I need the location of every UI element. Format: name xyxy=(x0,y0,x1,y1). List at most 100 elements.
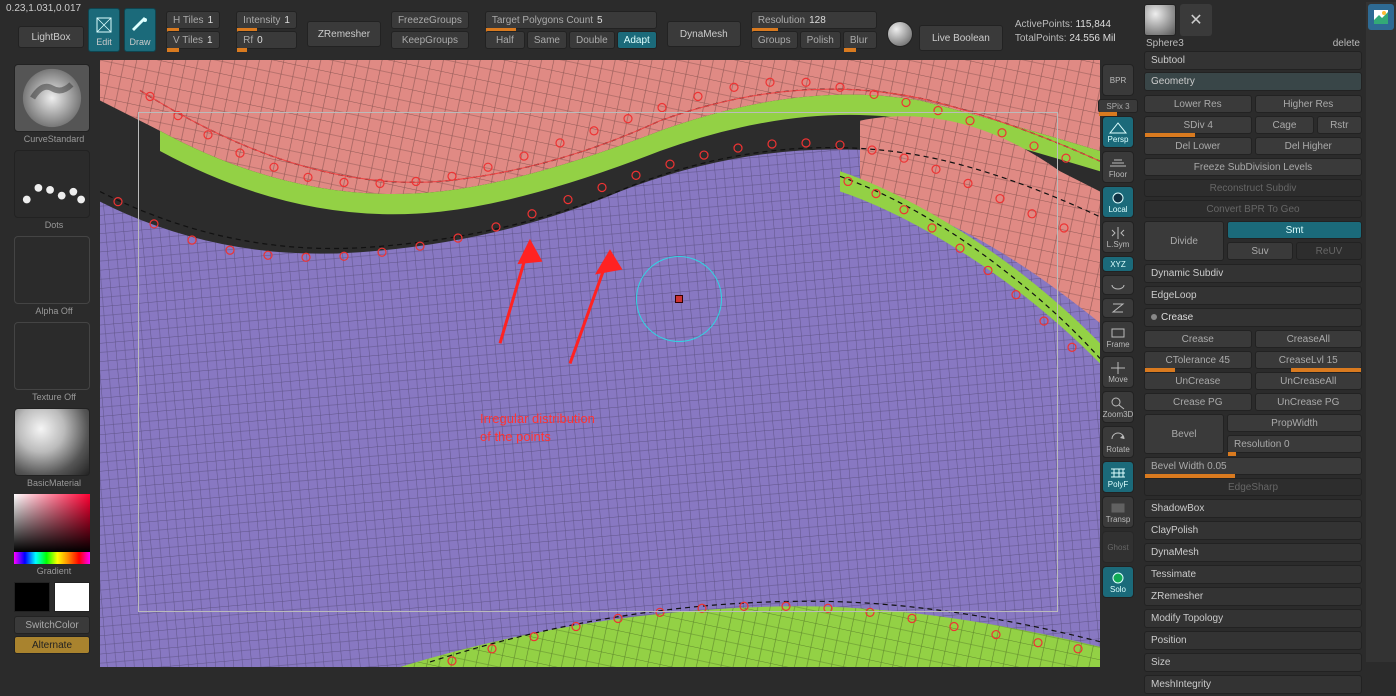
half-button[interactable]: Half xyxy=(485,31,525,49)
uncreaseall-button[interactable]: UnCreaseAll xyxy=(1255,372,1363,390)
dynamic-subdiv-header[interactable]: Dynamic Subdiv xyxy=(1144,264,1362,283)
higher-res-button[interactable]: Higher Res xyxy=(1255,95,1363,113)
uncreasepg-button[interactable]: UnCrease PG xyxy=(1255,393,1363,411)
keepgroups-button[interactable]: KeepGroups xyxy=(391,31,469,49)
lightbox-button[interactable]: LightBox xyxy=(18,26,84,48)
switchcolor-button[interactable]: SwitchColor xyxy=(14,616,90,634)
alpha-slot[interactable] xyxy=(14,236,90,304)
vtiles-slider[interactable]: V Tiles1 xyxy=(166,31,220,49)
freeze-subdiv-button[interactable]: Freeze SubDivision Levels xyxy=(1144,158,1362,176)
propwidth-button[interactable]: PropWidth xyxy=(1227,414,1362,432)
creaselvl-slider[interactable]: CreaseLvl 15 xyxy=(1255,351,1363,369)
del-lower-button[interactable]: Del Lower xyxy=(1144,137,1252,155)
crease-header[interactable]: Crease xyxy=(1144,308,1362,327)
zoom3d-button[interactable]: Zoom3D xyxy=(1102,391,1134,423)
convert-bpr-button[interactable]: Convert BPR To Geo xyxy=(1144,200,1362,218)
bevel-button[interactable]: Bevel xyxy=(1144,414,1224,454)
draw-mode-button[interactable]: Draw xyxy=(124,8,156,52)
polyf-button[interactable]: PolyF xyxy=(1102,461,1134,493)
subtool-header[interactable]: Subtool xyxy=(1144,51,1362,70)
crease-button[interactable]: Crease xyxy=(1144,330,1252,348)
edgesharp-slider[interactable]: EdgeSharp xyxy=(1144,478,1362,496)
texture-slot[interactable] xyxy=(14,322,90,390)
edgeloop-header[interactable]: EdgeLoop xyxy=(1144,286,1362,305)
zremesher-header[interactable]: ZRemesher xyxy=(1144,587,1362,606)
boolean-sphere-icon xyxy=(887,21,913,47)
double-button[interactable]: Double xyxy=(569,31,615,49)
divide-button[interactable]: Divide xyxy=(1144,221,1224,261)
ctolerance-slider[interactable]: CTolerance 45 xyxy=(1144,351,1252,369)
sdiv-slider[interactable]: SDiv 4 xyxy=(1144,116,1252,134)
zremesher-button[interactable]: ZRemesher xyxy=(307,21,381,47)
ghost-button[interactable]: Ghost xyxy=(1102,531,1134,563)
bevel-width-slider[interactable]: Bevel Width 0.05 xyxy=(1144,457,1362,475)
rstr-button[interactable]: Rstr xyxy=(1317,116,1362,134)
geometry-header[interactable]: Geometry xyxy=(1144,72,1362,91)
stroke-preview[interactable] xyxy=(14,150,90,218)
brush-label: CurveStandard xyxy=(14,134,94,144)
dynamesh-header[interactable]: DynaMesh xyxy=(1144,543,1362,562)
reconstruct-button[interactable]: Reconstruct Subdiv xyxy=(1144,179,1362,197)
local-button[interactable]: Local xyxy=(1102,186,1134,218)
persp-button[interactable]: Persp xyxy=(1102,116,1134,148)
same-button[interactable]: Same xyxy=(527,31,567,49)
rotate-button[interactable]: Rotate xyxy=(1102,426,1134,458)
creasepg-button[interactable]: Crease PG xyxy=(1144,393,1252,411)
frame-button[interactable]: Frame xyxy=(1102,321,1134,353)
solo-button[interactable]: Solo xyxy=(1102,566,1134,598)
modify-topology-header[interactable]: Modify Topology xyxy=(1144,609,1362,628)
creaseall-button[interactable]: CreaseAll xyxy=(1255,330,1363,348)
suv-button[interactable]: Suv xyxy=(1227,242,1293,260)
brush-preview[interactable] xyxy=(14,64,90,132)
position-header[interactable]: Position xyxy=(1144,631,1362,650)
rot-z-button[interactable] xyxy=(1102,298,1134,318)
size-header[interactable]: Size xyxy=(1144,653,1362,672)
shadowbox-header[interactable]: ShadowBox xyxy=(1144,499,1362,518)
subtool-sphere-icon[interactable] xyxy=(1144,4,1176,36)
reuv-button[interactable]: ReUV xyxy=(1296,242,1362,260)
move-button[interactable]: Move xyxy=(1102,356,1134,388)
color-secondary-swatch[interactable] xyxy=(14,582,50,612)
spix-slider[interactable]: SPix 3 xyxy=(1098,99,1138,113)
color-picker[interactable] xyxy=(14,494,90,564)
cursor-coordinates: 0.23,1.031,0.017 xyxy=(6,3,81,14)
meshintegrity-header[interactable]: MeshIntegrity xyxy=(1144,675,1362,694)
target-poly-slider[interactable]: Target Polygons Count5 xyxy=(485,11,657,29)
htiles-slider[interactable]: H Tiles1 xyxy=(166,11,220,29)
brush-cursor xyxy=(636,256,722,342)
image-panel-icon[interactable] xyxy=(1368,4,1394,30)
transp-button[interactable]: Transp xyxy=(1102,496,1134,528)
claypolish-header[interactable]: ClayPolish xyxy=(1144,521,1362,540)
subtool-delete-icon[interactable]: ✕ xyxy=(1180,4,1212,36)
alpha-label: Alpha Off xyxy=(14,306,94,316)
dyna-polish-button[interactable]: Polish xyxy=(800,31,841,49)
lower-res-button[interactable]: Lower Res xyxy=(1144,95,1252,113)
freezegroups-button[interactable]: FreezeGroups xyxy=(391,11,469,29)
bevel-res-slider[interactable]: Resolution 0 xyxy=(1227,435,1362,453)
adapt-button[interactable]: Adapt xyxy=(617,31,657,49)
floor-button[interactable]: Floor xyxy=(1102,151,1134,183)
intensity-slider[interactable]: Intensity1 xyxy=(236,11,297,29)
dyna-blur-slider[interactable]: Blur xyxy=(843,31,877,49)
edit-mode-button[interactable]: Edit xyxy=(88,8,120,52)
edit-icon xyxy=(92,13,116,37)
color-primary-swatch[interactable] xyxy=(54,582,90,612)
del-higher-button[interactable]: Del Higher xyxy=(1255,137,1363,155)
dynamesh-button[interactable]: DynaMesh xyxy=(667,21,741,47)
delete-label: delete xyxy=(1333,38,1360,49)
rot-y-button[interactable] xyxy=(1102,275,1134,295)
tessimate-header[interactable]: Tessimate xyxy=(1144,565,1362,584)
uncrease-button[interactable]: UnCrease xyxy=(1144,372,1252,390)
rf-slider[interactable]: Rf0 xyxy=(236,31,297,49)
xyz-button[interactable]: XYZ xyxy=(1102,256,1134,272)
bpr-button[interactable]: BPR xyxy=(1102,64,1134,96)
dyna-resolution-slider[interactable]: Resolution128 xyxy=(751,11,877,29)
viewport-canvas[interactable]: Irregular distributionof the points xyxy=(100,60,1100,667)
smt-button[interactable]: Smt xyxy=(1227,221,1362,239)
dyna-groups-button[interactable]: Groups xyxy=(751,31,798,49)
live-boolean-button[interactable]: Live Boolean xyxy=(919,25,1003,51)
lsym-button[interactable]: L.Sym xyxy=(1102,221,1134,253)
alternate-button[interactable]: Alternate xyxy=(14,636,90,654)
material-preview[interactable] xyxy=(14,408,90,476)
cage-button[interactable]: Cage xyxy=(1255,116,1313,134)
